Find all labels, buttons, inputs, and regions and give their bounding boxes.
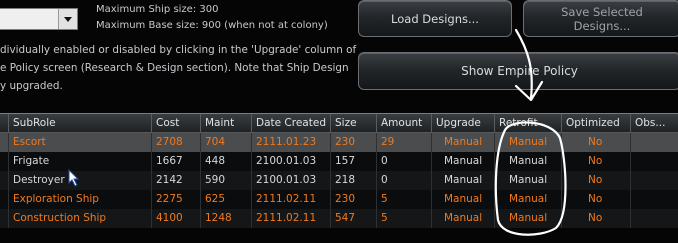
cell-retrofit[interactable]: Manual bbox=[494, 209, 561, 228]
column-header-upgrade[interactable]: Upgrade bbox=[431, 114, 494, 132]
save-selected-label-line1: Save Selected bbox=[561, 4, 643, 19]
load-designs-button[interactable]: Load Designs... bbox=[358, 0, 512, 37]
column-header-optimized[interactable]: Optimized bbox=[561, 114, 630, 132]
cell-subrole: Destroyer bbox=[8, 171, 151, 190]
note-line-2: e Policy screen (Research & Design secti… bbox=[0, 62, 349, 74]
cell-subrole: Frigate bbox=[8, 152, 151, 171]
cell-size: 230 bbox=[330, 190, 376, 209]
cell-upgrade[interactable]: Manual bbox=[431, 171, 494, 190]
cell-obsolete[interactable] bbox=[630, 190, 678, 209]
show-empire-policy-label: Show Empire Policy bbox=[461, 64, 578, 78]
cell-size: 547 bbox=[330, 209, 376, 228]
cell-amount: 0 bbox=[376, 171, 431, 190]
cell-cost: 2142 bbox=[151, 171, 200, 190]
table-row[interactable]: Escort 2708 704 2111.01.23 230 29 Manual… bbox=[0, 133, 678, 152]
chevron-down-icon[interactable] bbox=[58, 9, 77, 29]
cell-cost: 2275 bbox=[151, 190, 200, 209]
cell-retrofit[interactable]: Manual bbox=[494, 133, 561, 152]
cell-date: 2111.02.11 bbox=[251, 209, 330, 228]
cell-size: 230 bbox=[330, 133, 376, 152]
cell-maint: 1248 bbox=[200, 209, 251, 228]
cell-maint: 704 bbox=[200, 133, 251, 152]
cell-date: 2111.01.23 bbox=[251, 133, 330, 152]
cell-size: 218 bbox=[330, 171, 376, 190]
cell-optimized[interactable]: No bbox=[561, 133, 630, 152]
cell-upgrade[interactable]: Manual bbox=[431, 152, 494, 171]
cell-retrofit[interactable]: Manual bbox=[494, 152, 561, 171]
column-header-subrole[interactable]: SubRole bbox=[8, 114, 151, 132]
max-ship-size-text: Maximum Ship size: 300 bbox=[96, 4, 219, 15]
cell-cost: 2708 bbox=[151, 133, 200, 152]
table-header-row: SubRole Cost Maint Date Created Size Amo… bbox=[0, 113, 678, 133]
column-header-amount[interactable]: Amount bbox=[376, 114, 431, 132]
cell-retrofit[interactable]: Manual bbox=[494, 171, 561, 190]
cell-optimized[interactable]: No bbox=[561, 190, 630, 209]
cell-amount: 5 bbox=[376, 209, 431, 228]
cell-optimized[interactable]: No bbox=[561, 152, 630, 171]
column-header-size[interactable]: Size bbox=[330, 114, 376, 132]
save-selected-designs-button[interactable]: Save Selected Designs... bbox=[523, 0, 678, 37]
cell-size: 157 bbox=[330, 152, 376, 171]
cell-date: 2100.01.03 bbox=[251, 152, 330, 171]
cell-upgrade[interactable]: Manual bbox=[431, 209, 494, 228]
table-row[interactable]: Exploration Ship 2275 625 2111.02.11 230… bbox=[0, 190, 678, 209]
cell-maint: 590 bbox=[200, 171, 251, 190]
table-row[interactable]: Frigate 1667 448 2100.01.03 157 0 Manual… bbox=[0, 152, 678, 171]
cell-maint: 625 bbox=[200, 190, 251, 209]
cell-optimized[interactable]: No bbox=[561, 209, 630, 228]
column-header-date-created[interactable]: Date Created bbox=[251, 114, 330, 132]
load-designs-label: Load Designs... bbox=[391, 11, 479, 26]
column-header-retrofit[interactable]: Retrofit bbox=[494, 114, 561, 132]
cell-amount: 29 bbox=[376, 133, 431, 152]
cell-cost: 1667 bbox=[151, 152, 200, 171]
column-header-maint[interactable]: Maint bbox=[200, 114, 251, 132]
table-row[interactable]: Destroyer 2142 590 2100.01.03 218 0 Manu… bbox=[0, 171, 678, 190]
max-base-size-text: Maximum Base size: 900 (when not at colo… bbox=[96, 20, 328, 31]
cell-amount: 0 bbox=[376, 152, 431, 171]
show-empire-policy-button[interactable]: Show Empire Policy bbox=[358, 52, 678, 90]
cell-obsolete[interactable] bbox=[630, 171, 678, 190]
note-line-1: dividually enabled or disabled by clicki… bbox=[0, 44, 357, 56]
save-selected-label-line2: Designs... bbox=[573, 18, 631, 33]
cell-date: 2111.02.11 bbox=[251, 190, 330, 209]
cell-obsolete[interactable] bbox=[630, 209, 678, 228]
design-filter-dropdown[interactable] bbox=[0, 8, 78, 30]
cell-maint: 448 bbox=[200, 152, 251, 171]
cell-upgrade[interactable]: Manual bbox=[431, 133, 494, 152]
cell-subrole: Escort bbox=[8, 133, 151, 152]
cell-subrole: Construction Ship bbox=[8, 209, 151, 228]
cell-obsolete[interactable] bbox=[630, 133, 678, 152]
cell-obsolete[interactable] bbox=[630, 152, 678, 171]
cell-subrole: Exploration Ship bbox=[8, 190, 151, 209]
column-header-cost[interactable]: Cost bbox=[151, 114, 200, 132]
cell-amount: 5 bbox=[376, 190, 431, 209]
table-row[interactable]: Construction Ship 4100 1248 2111.02.11 5… bbox=[0, 209, 678, 228]
cell-date: 2100.01.03 bbox=[251, 171, 330, 190]
note-line-3: y upgraded. bbox=[0, 80, 63, 92]
cell-retrofit[interactable]: Manual bbox=[494, 190, 561, 209]
column-header-obsolete[interactable]: Obs... bbox=[630, 114, 678, 132]
cell-upgrade[interactable]: Manual bbox=[431, 190, 494, 209]
cell-cost: 4100 bbox=[151, 209, 200, 228]
cell-optimized[interactable]: No bbox=[561, 171, 630, 190]
